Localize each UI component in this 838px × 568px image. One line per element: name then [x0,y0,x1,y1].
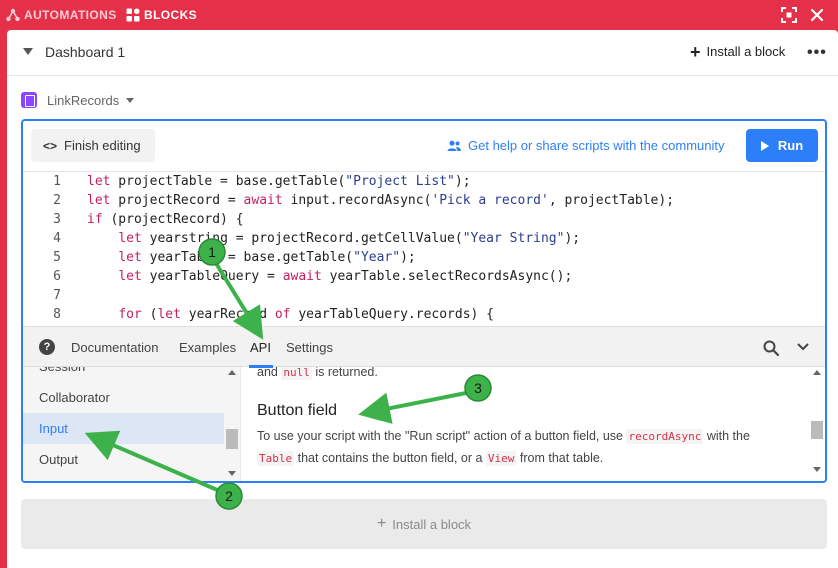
line-number: 1 [53,174,61,189]
doc-text-line: and null is returned. [257,367,378,380]
code-line[interactable]: 4 let yearstring = projectRecord.getCell… [23,231,823,250]
doc-paragraph-line-2: Table that contains the button field, or… [257,451,604,466]
code-text: if (projectRecord) { [87,212,244,227]
plus-icon: + [690,41,701,62]
run-label: Run [777,138,804,153]
code-text: let projectTable = base.getTable("Projec… [87,174,471,189]
blocks-icon [126,8,140,22]
install-block-placeholder-label: Install a block [392,516,472,532]
inline-code: recordAsync [626,429,704,444]
block-selector[interactable]: LinkRecords [21,92,135,108]
community-help-link[interactable]: Get help or share scripts with the commu… [447,138,725,153]
finish-editing-label: Finish editing [64,138,141,153]
line-number: 8 [53,307,61,322]
sidebar-item-session[interactable]: Session [23,367,224,382]
code-text: for (let yearRecord of yearTableQuery.re… [118,307,495,322]
dashboard-panel: Dashboard 1 + Install a block ••• LinkRe… [7,30,838,568]
dashboard-header: Dashboard 1 + Install a block ••• [7,30,838,76]
sidebar-scroll-thumb[interactable] [226,429,238,449]
install-block-label: Install a block [706,44,786,59]
editor-toolbar: <> Finish editing Get help or share scri… [23,121,825,171]
reference-sidebar: OutputInputCollaboratorSession [23,367,241,481]
tab-documentation[interactable]: Documentation [71,340,158,355]
code-line[interactable]: 6 let yearTableQuery = await yearTable.s… [23,269,823,288]
collapse-caret-icon[interactable] [23,48,33,55]
line-number: 7 [53,288,61,303]
search-icon[interactable] [762,339,780,357]
content-scroll-thumb[interactable] [811,421,823,439]
chevron-down-icon[interactable] [796,342,810,352]
finish-editing-button[interactable]: <> Finish editing [31,129,155,162]
line-number: 3 [53,212,61,227]
tab-automations[interactable]: AUTOMATIONS [6,8,117,22]
sidebar-scrollbar[interactable] [225,367,239,481]
line-number: 5 [53,250,61,265]
top-bar: AUTOMATIONS BLOCKS [0,0,838,30]
scroll-up-icon[interactable] [228,370,236,375]
plus-icon: + [376,515,387,532]
close-icon[interactable] [808,6,826,24]
tab-api[interactable]: API [250,340,271,355]
chevron-down-icon [126,97,135,103]
tab-blocks[interactable]: BLOCKS [126,8,197,22]
community-help-label: Get help or share scripts with the commu… [468,138,725,153]
code-editor[interactable]: 1 let projectTable = base.getTable("Proje… [23,171,825,326]
code-line[interactable]: 1 let projectTable = base.getTable("Proje… [23,174,823,193]
sidebar-item-output[interactable]: Output [23,444,224,475]
code-text: let yearTable = base.getTable("Year"); [118,250,416,265]
line-number: 2 [53,193,61,208]
reference-tabs-bar: ? Documentation Examples API Settings [23,326,825,368]
fullscreen-icon[interactable] [781,7,797,23]
code-text: let projectRecord = await input.recordAs… [87,193,675,208]
tab-settings[interactable]: Settings [286,340,333,355]
code-line[interactable]: 8 for (let yearRecord of yearTableQuery.… [23,307,823,326]
script-editor-card: <> Finish editing Get help or share scri… [21,119,827,483]
section-heading: Button field [257,402,338,419]
automations-icon [6,8,20,22]
users-icon [447,140,461,151]
block-name: LinkRecords [47,92,120,108]
doc-paragraph-line-1: To use your script with the "Run script"… [257,429,750,444]
line-number: 6 [53,269,61,284]
reference-body: OutputInputCollaboratorSession and null … [23,367,825,481]
more-options-button[interactable]: ••• [807,44,827,62]
sidebar-item-collaborator[interactable]: Collaborator [23,382,224,413]
code-line[interactable]: 5 let yearTable = base.getTable("Year"); [23,250,823,269]
inline-code: Table [257,451,295,466]
code-line[interactable]: 3 if (projectRecord) { [23,212,823,231]
code-text: let yearstring = projectRecord.getCellVa… [118,231,581,246]
scroll-up-icon[interactable] [813,370,821,375]
tab-blocks-label: BLOCKS [144,8,198,22]
help-icon[interactable]: ? [39,339,55,355]
install-block-button[interactable]: + Install a block [690,41,786,62]
tab-automations-label: AUTOMATIONS [24,8,117,22]
tab-examples[interactable]: Examples [179,340,236,355]
line-number: 4 [53,231,61,246]
scroll-down-icon[interactable] [228,471,236,476]
code-icon: <> [43,138,58,153]
play-icon [760,140,769,151]
code-line[interactable]: 7 [23,288,823,307]
code-text: let yearTableQuery = await yearTable.sel… [118,269,573,284]
reference-content: and null is returned. Button field To us… [241,367,825,481]
dashboard-title[interactable]: Dashboard 1 [45,44,125,60]
script-block-icon [21,92,37,108]
inline-code: null [281,367,312,380]
inline-code: View [485,451,517,466]
scroll-down-icon[interactable] [813,467,821,472]
sidebar-item-input[interactable]: Input [23,413,224,444]
install-block-placeholder-button[interactable]: + Install a block [21,499,827,549]
run-button[interactable]: Run [746,129,818,162]
code-line[interactable]: 2 let projectRecord = await input.recordA… [23,193,823,212]
